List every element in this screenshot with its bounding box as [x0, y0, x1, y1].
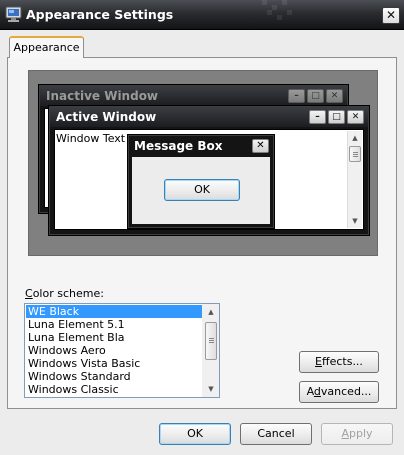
message-box-preview: Message Box ✕ OK [127, 134, 275, 229]
list-item-windows-classic[interactable]: Windows Classic [26, 383, 204, 396]
dialog-close-button[interactable]: ✕ [382, 7, 400, 24]
effects-button[interactable]: Effects... [299, 351, 379, 373]
close-icon: ✕ [347, 110, 364, 124]
advanced-button[interactable]: Advanced... [299, 381, 379, 403]
message-box-ok-button: OK [164, 179, 240, 201]
window-text: Window Text [56, 132, 126, 145]
color-scheme-label: Color scheme: [25, 287, 104, 300]
scroll-down-arrow-icon[interactable]: ▼ [204, 382, 218, 396]
close-icon: ✕ [252, 139, 269, 153]
apply-button[interactable]: Apply [321, 423, 393, 445]
ok-button[interactable]: OK [159, 423, 231, 445]
inactive-window-title: Inactive Window [46, 89, 159, 103]
preview-scrollbar: ▲ ▼ [347, 131, 362, 228]
scroll-up-arrow-icon[interactable]: ▲ [204, 305, 218, 319]
color-scheme-scrollbar[interactable]: ▲ ▼ [202, 304, 219, 397]
close-icon: ✕ [326, 89, 343, 103]
cancel-button[interactable]: Cancel [240, 423, 312, 445]
scroll-up-arrow-icon: ▲ [352, 134, 358, 142]
tab-appearance[interactable]: Appearance [9, 36, 84, 58]
close-icon: ✕ [385, 8, 397, 22]
minimize-icon: – [309, 110, 326, 124]
color-scheme-list[interactable]: WE Black Luna Element 5.1 Luna Element B… [24, 303, 220, 398]
list-item-windows-aero[interactable]: Windows Aero [26, 344, 204, 357]
maximize-icon: □ [328, 110, 345, 124]
active-window-title: Active Window [56, 110, 157, 124]
list-item-we-black[interactable]: WE Black [26, 305, 204, 318]
scroll-thumb [349, 146, 361, 162]
monitor-icon [5, 6, 22, 22]
scroll-down-arrow-icon: ▼ [352, 217, 358, 225]
titlebar-decoration [262, 0, 322, 30]
maximize-icon: □ [307, 89, 324, 103]
message-box-title: Message Box [134, 139, 223, 153]
dialog-titlebar[interactable]: Appearance Settings ✕ [0, 0, 404, 30]
inactive-window-titlebar: Inactive Window – □ ✕ [40, 86, 347, 106]
message-box-client: OK [132, 157, 270, 224]
list-item-windows-vista-basic[interactable]: Windows Vista Basic [26, 357, 204, 370]
active-window-titlebar: Active Window – □ ✕ [50, 107, 368, 127]
dialog-title: Appearance Settings [26, 7, 174, 22]
list-item-luna-element-5-1[interactable]: Luna Element 5.1 [26, 318, 204, 331]
minimize-icon: – [288, 89, 305, 103]
list-item-luna-element-bla[interactable]: Luna Element Bla [26, 331, 204, 344]
scroll-thumb[interactable] [205, 322, 217, 360]
list-item-windows-standard[interactable]: Windows Standard [26, 370, 204, 383]
